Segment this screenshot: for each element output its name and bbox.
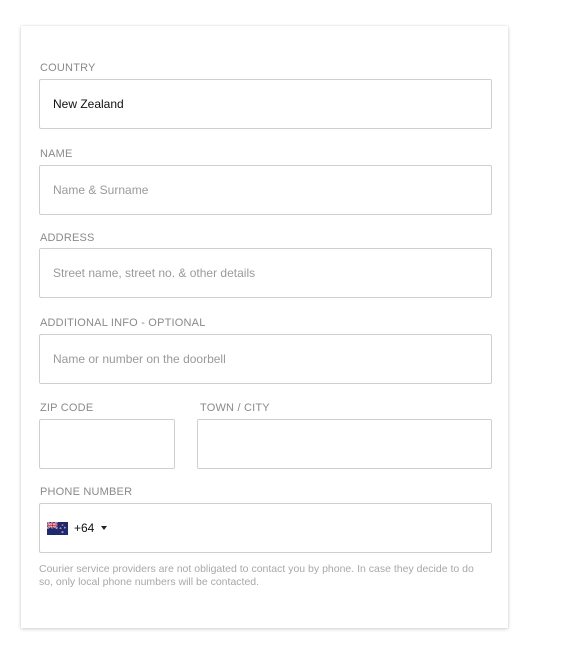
- town-city-input[interactable]: [198, 420, 491, 468]
- address-input[interactable]: [40, 249, 491, 297]
- address-field[interactable]: [39, 248, 492, 298]
- country-label: COUNTRY: [40, 62, 96, 74]
- name-input[interactable]: [40, 166, 491, 214]
- name-label: NAME: [40, 148, 73, 160]
- zip-code-input[interactable]: [40, 420, 174, 468]
- additional-info-field[interactable]: [39, 334, 492, 384]
- new-zealand-flag-icon: [47, 521, 68, 535]
- country-code-selector[interactable]: +64: [47, 504, 108, 552]
- phone-hint-text: Courier service providers are not obliga…: [39, 563, 474, 588]
- town-city-label: TOWN / CITY: [200, 402, 270, 414]
- dial-code: +64: [74, 521, 95, 535]
- name-field[interactable]: [39, 165, 492, 215]
- additional-info-input[interactable]: [40, 335, 491, 383]
- address-form-card: COUNTRY New Zealand NAME ADDRESS ADDITIO…: [21, 26, 508, 628]
- phone-number-field[interactable]: +64: [39, 503, 492, 553]
- zip-code-label: ZIP CODE: [40, 402, 94, 414]
- phone-number-label: PHONE NUMBER: [40, 486, 133, 498]
- town-city-field[interactable]: [197, 419, 492, 469]
- chevron-down-icon: [101, 526, 108, 530]
- additional-info-label: ADDITIONAL INFO - OPTIONAL: [40, 317, 206, 329]
- country-select[interactable]: New Zealand: [39, 79, 492, 129]
- address-label: ADDRESS: [40, 232, 95, 244]
- zip-code-field[interactable]: [39, 419, 175, 469]
- country-select-value: New Zealand: [53, 97, 124, 111]
